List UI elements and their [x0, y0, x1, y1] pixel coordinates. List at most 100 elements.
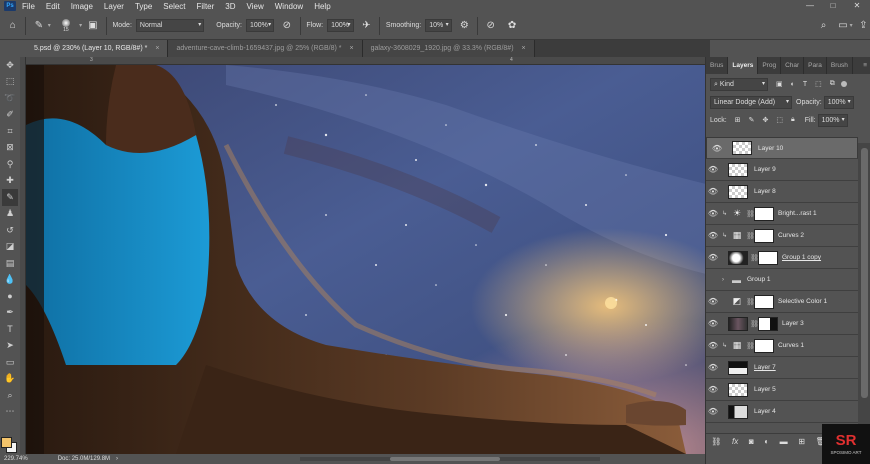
layer-mask-thumbnail[interactable]	[754, 338, 774, 353]
lasso-tool-icon[interactable]: ➰	[2, 90, 18, 107]
eye-icon[interactable]: 👁︎	[706, 231, 720, 240]
foreground-color-swatch[interactable]	[1, 437, 12, 448]
scrollbar-thumb[interactable]	[390, 457, 500, 461]
lock-artboard-icon[interactable]: ⬚	[776, 116, 783, 124]
fill-field[interactable]: 100% ▾	[817, 113, 848, 127]
layer-row[interactable]: 👁︎ Layer 8	[706, 181, 858, 203]
flow-field[interactable]: 100% ▾	[327, 19, 354, 32]
pen-tool-icon[interactable]: ✒	[2, 305, 18, 322]
eye-hidden-icon[interactable]: ·	[706, 275, 720, 284]
eye-icon[interactable]: 👁︎	[706, 209, 720, 218]
layer-row[interactable]: 👁︎ ⛓︎ Group 1 copy	[706, 247, 858, 269]
layer-row[interactable]: 👁︎ Layer 10	[706, 137, 858, 159]
layer-filter-select[interactable]: ⌕ Kind ▾	[710, 77, 768, 91]
blend-mode-select[interactable]: Linear Dodge (Add) ▾	[710, 95, 792, 109]
menu-file[interactable]: File	[22, 2, 35, 11]
airbrush-icon[interactable]: ✈	[360, 18, 373, 34]
tab-galaxy[interactable]: galaxy-3608029_1920.jpg @ 33.3% (RGB/8#)…	[362, 40, 535, 57]
tab-5-psd[interactable]: 5.psd @ 230% (Layer 10, RGB/8#) * ×	[26, 40, 169, 57]
eye-icon[interactable]: 👁︎	[706, 385, 720, 394]
crop-tool-icon[interactable]: ⌗	[2, 123, 18, 140]
eye-icon[interactable]: 👁︎	[706, 363, 720, 372]
path-select-tool-icon[interactable]: ➤	[2, 338, 18, 355]
layer-row[interactable]: 👁︎ Layer 9	[706, 159, 858, 181]
home-icon[interactable]: ⌂	[6, 18, 19, 34]
close-window-button[interactable]: ✕	[847, 0, 867, 12]
layer-mask-thumbnail[interactable]	[754, 228, 774, 243]
dodge-tool-icon[interactable]: ●	[2, 288, 18, 305]
hand-tool-icon[interactable]: ✋	[2, 371, 18, 388]
brush-tool-icon[interactable]: ✎	[2, 189, 18, 206]
menu-3d[interactable]: 3D	[225, 2, 235, 11]
layer-row[interactable]: 👁︎ Layer 7	[706, 357, 858, 379]
menu-help[interactable]: Help	[314, 2, 330, 11]
lock-all-icon[interactable]: 🔒︎	[791, 116, 795, 124]
tab-brushes[interactable]: Brush	[827, 57, 853, 74]
layer-row[interactable]: 👁︎ ◩ ⛓︎ Selective Color 1	[706, 291, 858, 313]
layer-opacity-field[interactable]: 100% ▾	[823, 95, 854, 109]
menu-image[interactable]: Image	[71, 2, 93, 11]
filter-type-icon[interactable]: T	[803, 81, 807, 88]
new-layer-icon[interactable]: ⊞	[798, 437, 805, 446]
scrollbar-thumb[interactable]	[861, 148, 868, 398]
layer-mask-thumbnail[interactable]	[754, 294, 774, 309]
filter-shape-icon[interactable]: ⬚	[815, 80, 822, 88]
eye-icon[interactable]: 👁︎	[706, 319, 720, 328]
panel-menu-icon[interactable]: ≡	[859, 57, 870, 74]
chevron-right-icon[interactable]: ›	[116, 456, 118, 462]
layer-mask-thumbnail[interactable]	[758, 250, 778, 265]
type-tool-icon[interactable]: T	[2, 321, 18, 338]
gradient-tool-icon[interactable]: ▤	[2, 255, 18, 272]
brush-settings-icon[interactable]: ▣	[86, 18, 99, 34]
eraser-tool-icon[interactable]: ◪	[2, 239, 18, 256]
layer-row[interactable]: 👁︎ ⛓︎ Layer 3	[706, 313, 858, 335]
tab-character[interactable]: Char	[781, 57, 805, 74]
eye-icon[interactable]: 👁︎	[706, 297, 720, 306]
healing-brush-tool-icon[interactable]: ✚	[2, 173, 18, 190]
close-icon[interactable]: ×	[350, 45, 354, 52]
layer-row[interactable]: 👁︎ ↳ ▦ ⛓︎ Curves 1	[706, 335, 858, 357]
horizontal-scrollbar[interactable]	[300, 457, 600, 461]
quick-select-tool-icon[interactable]: ✐	[2, 107, 18, 124]
close-icon[interactable]: ×	[522, 45, 526, 52]
eye-icon[interactable]: 👁︎	[706, 407, 720, 416]
eye-icon[interactable]: 👁︎	[706, 165, 720, 174]
search-icon[interactable]: ⌕	[817, 18, 830, 34]
tab-layers[interactable]: Layers	[728, 57, 759, 74]
add-mask-icon[interactable]: ◙	[749, 437, 754, 446]
eye-icon[interactable]: 👁︎	[706, 341, 720, 350]
pressure-opacity-icon[interactable]: ⊘	[280, 18, 293, 34]
zoom-level[interactable]: 229.74%	[4, 456, 28, 462]
layer-row[interactable]: 👁︎ ↳ ☀ ⛓︎ Bright...rast 1	[706, 203, 858, 225]
chevron-right-icon[interactable]: ›	[722, 277, 728, 283]
menu-view[interactable]: View	[247, 2, 264, 11]
share-icon[interactable]: ⇪	[857, 18, 870, 34]
menu-type[interactable]: Type	[135, 2, 152, 11]
layer-row[interactable]: 👁︎ ↳ ▦ ⛓︎ Curves 2	[706, 225, 858, 247]
move-tool-icon[interactable]: ✥	[2, 57, 18, 74]
mode-select[interactable]: Normal ▾	[135, 19, 205, 32]
link-layers-icon[interactable]: ⛓︎	[711, 437, 721, 446]
filter-toggle[interactable]	[840, 81, 847, 87]
brush-preset-picker[interactable]: 15	[57, 15, 75, 37]
symmetry-icon[interactable]: ✿	[505, 18, 518, 34]
minimize-button[interactable]: —	[800, 0, 820, 12]
clone-stamp-tool-icon[interactable]: ♟	[2, 206, 18, 223]
tab-paragraph[interactable]: Para	[804, 57, 827, 74]
menu-select[interactable]: Select	[163, 2, 185, 11]
menu-edit[interactable]: Edit	[46, 2, 60, 11]
tab-adventure-cave[interactable]: adventure-cave-climb-1659437.jpg @ 25% (…	[168, 40, 363, 57]
blur-tool-icon[interactable]: 💧	[2, 272, 18, 289]
eye-icon[interactable]: 👁︎	[710, 143, 724, 154]
zoom-tool-icon[interactable]: ⌕	[2, 387, 18, 404]
layer-mask-thumbnail[interactable]	[758, 316, 778, 331]
lock-position-icon[interactable]: ✥	[762, 116, 768, 124]
smoothing-field[interactable]: 10% ▾	[425, 19, 452, 32]
workspace-icon[interactable]: ▭	[836, 18, 849, 34]
more-tools-icon[interactable]: ⋯	[2, 404, 18, 421]
menu-filter[interactable]: Filter	[197, 2, 215, 11]
adjustment-layer-icon[interactable]: ◐	[764, 437, 769, 446]
tab-properties[interactable]: Prog	[758, 57, 782, 74]
new-group-icon[interactable]: ▬	[780, 437, 788, 446]
layer-row[interactable]: 👁︎ Layer 4	[706, 401, 858, 423]
